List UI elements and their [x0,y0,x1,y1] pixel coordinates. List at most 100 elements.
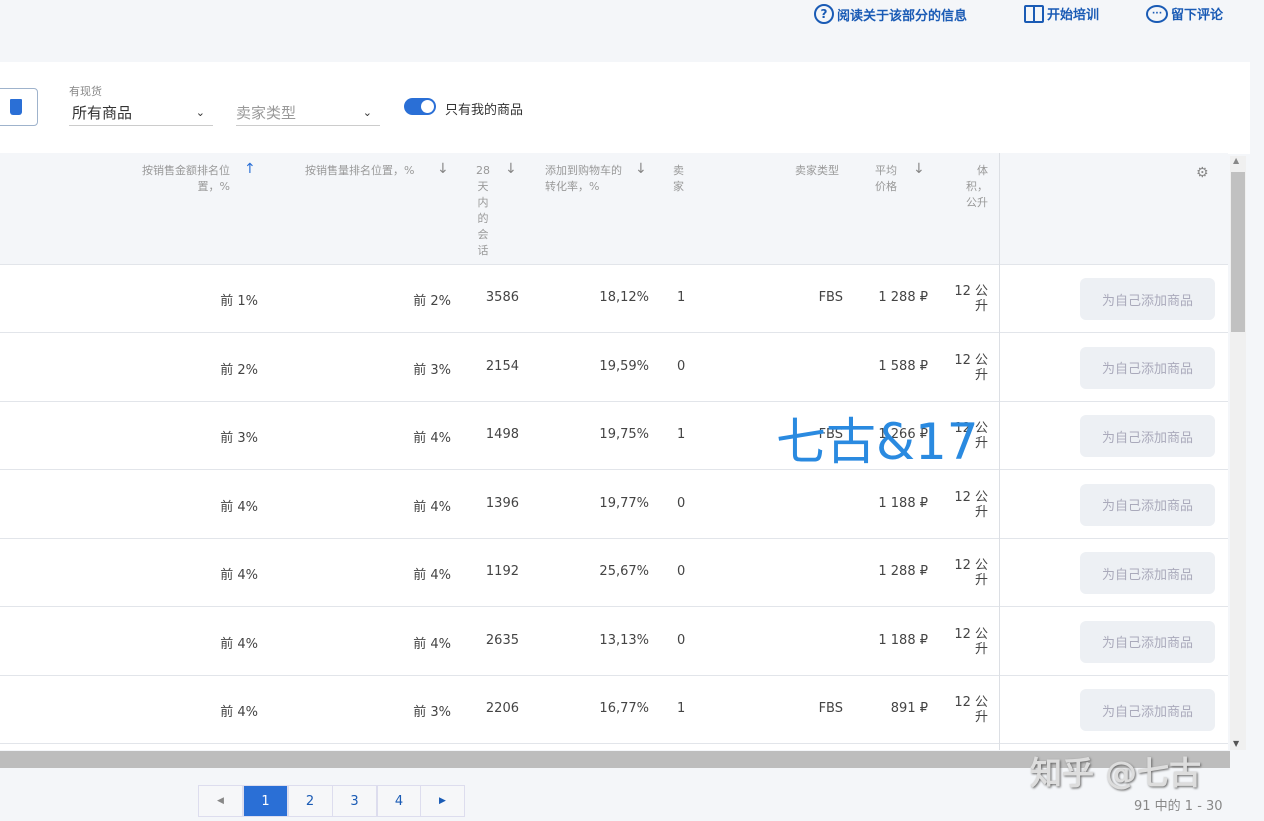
sessions-cell: 1192 [485,564,519,579]
delete-button[interactable] [0,88,38,126]
sessions-cell: 2206 [485,701,519,716]
stock-filter-label: 有现货 [69,85,102,98]
prev-page-button[interactable]: ◀ [198,785,243,817]
seller-type-select[interactable]: 卖家类型 ⌄ [236,100,380,126]
page-button-1[interactable]: 1 [243,785,288,817]
table-row: 前 3% 前 4% 1498 19,75% 1 FBS 1 266 ₽ 12 公… [0,402,1228,470]
add-product-button[interactable]: 为自己添加商品 [1080,689,1215,731]
table-row: 前 1% 前 2% 3586 18,12% 1 FBS 1 288 ₽ 12 公… [0,265,1228,333]
sessions-cell: 2635 [485,632,519,648]
start-training-link[interactable]: 开始培训 [1024,4,1099,23]
book-icon [1024,4,1044,23]
help-circle-icon: ? [814,4,834,24]
add-product-button[interactable]: 为自己添加商品 [1080,415,1215,457]
avg-price-cell: 1 188 ₽ [878,632,928,648]
next-page-button[interactable]: ▶ [420,785,465,817]
revenue-rank-cell: 前 3% [220,431,258,446]
seller-type-cell: FBS [818,701,843,716]
avg-price-cell: 891 ₽ [890,701,928,716]
cart-conversion-cell: 18,12% [599,290,649,305]
col-seller-type[interactable]: 卖家类型 [795,163,855,179]
cart-conversion-cell: 19,77% [599,495,649,511]
sellers-cell: 1 [677,427,686,442]
volume-cell: 12 公升 [954,695,988,725]
vertical-scrollbar[interactable]: ▲ ▼ [1230,156,1246,750]
only-my-products-toggle[interactable] [404,98,436,115]
revenue-rank-cell: 前 4% [220,499,258,515]
table-row: 前 4% 前 4% 1192 25,67% 0 1 288 ₽ 12 公升 为自… [0,539,1228,607]
add-product-button[interactable]: 为自己添加商品 [1080,483,1215,526]
sellers-cell: 0 [677,564,686,579]
column-divider [999,153,1000,750]
page-button-2[interactable]: 2 [287,785,333,817]
only-my-products-label: 只有我的商品 [445,103,524,118]
sessions-cell: 1396 [485,495,519,511]
read-about-section-link[interactable]: ? 阅读关于该部分的信息 [814,4,967,24]
table-row: 前 4% 前 4% 1396 19,77% 0 1 188 ₽ 12 公升 为自… [0,471,1228,539]
avg-price-cell: 1 288 ₽ [878,564,928,579]
table-row: 前 4% 前 4% 2635 13,13% 0 1 188 ₽ 12 公升 为自… [0,608,1228,676]
cart-conversion-cell: 19,59% [599,358,649,374]
table-row: 前 4% 前 3% 2206 16,77% 1 FBS 891 ₽ 12 公升 … [0,676,1228,744]
chevron-down-icon: ⌄ [195,106,205,119]
col-avg-price[interactable]: 平均价格 [875,163,901,195]
col-volume[interactable]: 体积，公升 [960,163,988,211]
leave-comment-link[interactable]: ··· 留下评论 [1146,4,1223,23]
volume-cell: 12 公升 [954,284,988,314]
sort-down-icon[interactable]: ↓ [635,161,647,177]
pagination-summary: 91 中的 1 - 30 [1134,799,1223,814]
sellers-cell: 1 [677,701,686,716]
column-settings-icon[interactable]: ⚙ [1196,165,1209,181]
revenue-rank-cell: 前 1% [220,294,258,309]
volume-cell: 12 公升 [954,626,988,657]
add-product-button[interactable]: 为自己添加商品 [1080,278,1215,320]
watermark: 七古&17 [776,413,979,471]
sort-down-icon[interactable]: ↓ [913,161,925,177]
sort-down-icon[interactable]: ↓ [505,161,517,177]
add-product-button[interactable]: 为自己添加商品 [1080,620,1215,663]
sellers-cell: 0 [677,358,686,374]
chevron-down-icon: ⌄ [362,106,372,119]
revenue-rank-cell: 前 4% [220,705,258,720]
cart-conversion-cell: 16,77% [599,701,649,716]
table-row: 前 2% 前 3% 2154 19,59% 0 1 588 ₽ 12 公升 为自… [0,334,1228,402]
sessions-cell: 1498 [485,427,519,442]
sales-rank-cell: 前 4% [413,499,451,515]
sales-rank-cell: 前 4% [413,636,451,652]
table-header: 按销售金额排名位置，% ↑ 按销售量排名位置，% ↓ 28天内的会话 ↓ 添加到… [0,153,1228,265]
avg-price-cell: 1 588 ₽ [878,358,928,374]
sellers-cell: 1 [677,290,686,305]
col-sellers[interactable]: 卖家 [673,163,687,195]
cart-conversion-cell: 13,13% [599,632,649,648]
watermark: 知乎 @七古 [1030,754,1202,792]
sellers-cell: 0 [677,495,686,511]
col-cart-conversion[interactable]: 添加到购物车的转化率，% [545,163,623,195]
col-sessions[interactable]: 28天内的会话 [476,163,490,259]
revenue-rank-cell: 前 4% [220,568,258,583]
col-sales-rank[interactable]: 按销售量排名位置，% [305,163,431,179]
add-product-button[interactable]: 为自己添加商品 [1080,552,1215,594]
sales-rank-cell: 前 3% [413,705,451,720]
revenue-rank-cell: 前 4% [220,636,258,652]
add-product-button[interactable]: 为自己添加商品 [1080,346,1215,389]
cart-conversion-cell: 25,67% [599,564,649,579]
sessions-cell: 2154 [485,358,519,374]
sort-down-icon[interactable]: ↓ [437,161,449,177]
avg-price-cell: 1 288 ₽ [878,290,928,305]
sales-rank-cell: 前 4% [413,431,451,446]
page-button-4[interactable]: 4 [376,785,422,817]
sort-up-icon[interactable]: ↑ [244,161,256,177]
revenue-rank-cell: 前 2% [220,362,258,378]
sales-rank-cell: 前 3% [413,362,451,378]
products-table: 按销售金额排名位置，% ↑ 按销售量排名位置，% ↓ 28天内的会话 ↓ 添加到… [0,153,1228,750]
col-revenue-rank[interactable]: 按销售金额排名位置，% [130,163,230,195]
comment-icon: ··· [1146,4,1168,23]
page-button-3[interactable]: 3 [332,785,377,817]
cart-conversion-cell: 19,75% [599,427,649,442]
seller-type-cell: FBS [818,290,843,305]
stock-filter-select[interactable]: 所有商品 ⌄ [69,100,213,126]
sales-rank-cell: 前 2% [413,294,451,309]
avg-price-cell: 1 188 ₽ [878,495,928,511]
volume-cell: 12 公升 [954,558,988,588]
sessions-cell: 3586 [485,290,519,305]
